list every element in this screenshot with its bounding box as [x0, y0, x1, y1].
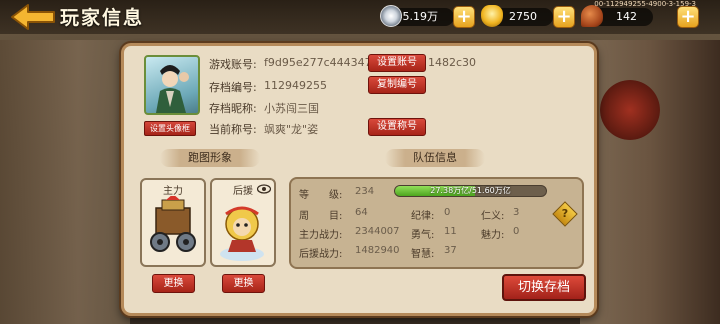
account-value-tail: 1482c30: [428, 56, 477, 69]
drumstick-icon: [581, 5, 603, 27]
player-avatar[interactable]: [144, 55, 200, 115]
back-button[interactable]: [8, 2, 58, 32]
back-arrow-icon: [11, 4, 55, 30]
set-title-button[interactable]: 设置称号: [368, 118, 426, 136]
save-id-label: 存档编号:: [209, 81, 257, 94]
background-left-scenery: [0, 40, 130, 324]
support-power-value: 1482940: [355, 245, 400, 256]
monkey-king-icon: [220, 206, 264, 261]
copy-id-button[interactable]: 复制编号: [368, 76, 426, 94]
swap-support-button[interactable]: 更换: [222, 274, 265, 293]
benevolence-value: 3: [513, 207, 520, 218]
team-section-title: 队伍信息: [385, 149, 485, 167]
gold-ingot-icon: [481, 5, 503, 27]
account-label: 游戏账号:: [209, 58, 257, 71]
background-right-scenery: [580, 40, 720, 324]
add-gold-button[interactable]: +: [553, 6, 575, 28]
save-id-value: 112949255: [264, 79, 327, 92]
main-character-card[interactable]: 主力: [140, 178, 206, 267]
silver-coin-icon: [380, 5, 402, 27]
courage-label: 勇气:: [411, 230, 435, 241]
nickname-label: 存档昵称:: [209, 102, 257, 115]
discipline-value: 0: [444, 207, 451, 218]
support-power-label: 后援战力:: [299, 249, 343, 260]
top-bar: 玩家信息 145.19万 + 2750 + 142 + 00-112949255…: [0, 0, 720, 34]
set-account-button[interactable]: 设置账号: [368, 54, 426, 72]
swap-main-button[interactable]: 更换: [152, 274, 195, 293]
wisdom-value: 37: [444, 245, 457, 256]
benevolence-label: 仁义:: [481, 211, 505, 222]
week-value: 64: [355, 207, 368, 218]
main-power-label: 主力战力:: [299, 230, 343, 241]
support-character-card[interactable]: 后援: [210, 178, 276, 267]
title-value: 飒爽"龙"姿: [264, 123, 319, 136]
week-label: 周 目:: [299, 211, 343, 222]
switch-save-button[interactable]: 切换存档: [502, 274, 586, 301]
wisdom-label: 智慧:: [411, 249, 435, 260]
page-title: 玩家信息: [60, 7, 145, 29]
level-label: 等 级:: [299, 190, 343, 201]
main-card-label: 主力: [163, 186, 183, 197]
nickname-value: 小苏闯三国: [264, 102, 319, 115]
help-question-mark[interactable]: ?: [556, 205, 574, 223]
add-silver-button[interactable]: +: [453, 6, 475, 28]
level-value: 234: [355, 186, 375, 197]
charm-value: 0: [513, 226, 520, 237]
add-food-button[interactable]: +: [677, 6, 699, 28]
eye-icon[interactable]: [257, 184, 271, 194]
avatar-portrait-icon: [156, 65, 189, 113]
title-label: 当前称号:: [209, 123, 257, 136]
courage-value: 11: [444, 226, 457, 237]
charm-label: 魅力:: [481, 230, 505, 241]
main-power-value: 2344007: [355, 226, 400, 237]
figure-section-title: 跑图形象: [160, 149, 260, 167]
version-code: 00-112949255-4900-3-159-3: [594, 0, 696, 8]
account-value: f9d95e277c444347: [264, 56, 372, 69]
discipline-label: 纪律:: [411, 211, 435, 222]
exp-text: 27.38万亿/51.60万亿: [430, 186, 511, 195]
set-avatar-frame-button[interactable]: 设置头像框: [144, 121, 196, 136]
war-chariot-icon: [150, 196, 196, 252]
lantern-decoration: [600, 80, 660, 140]
